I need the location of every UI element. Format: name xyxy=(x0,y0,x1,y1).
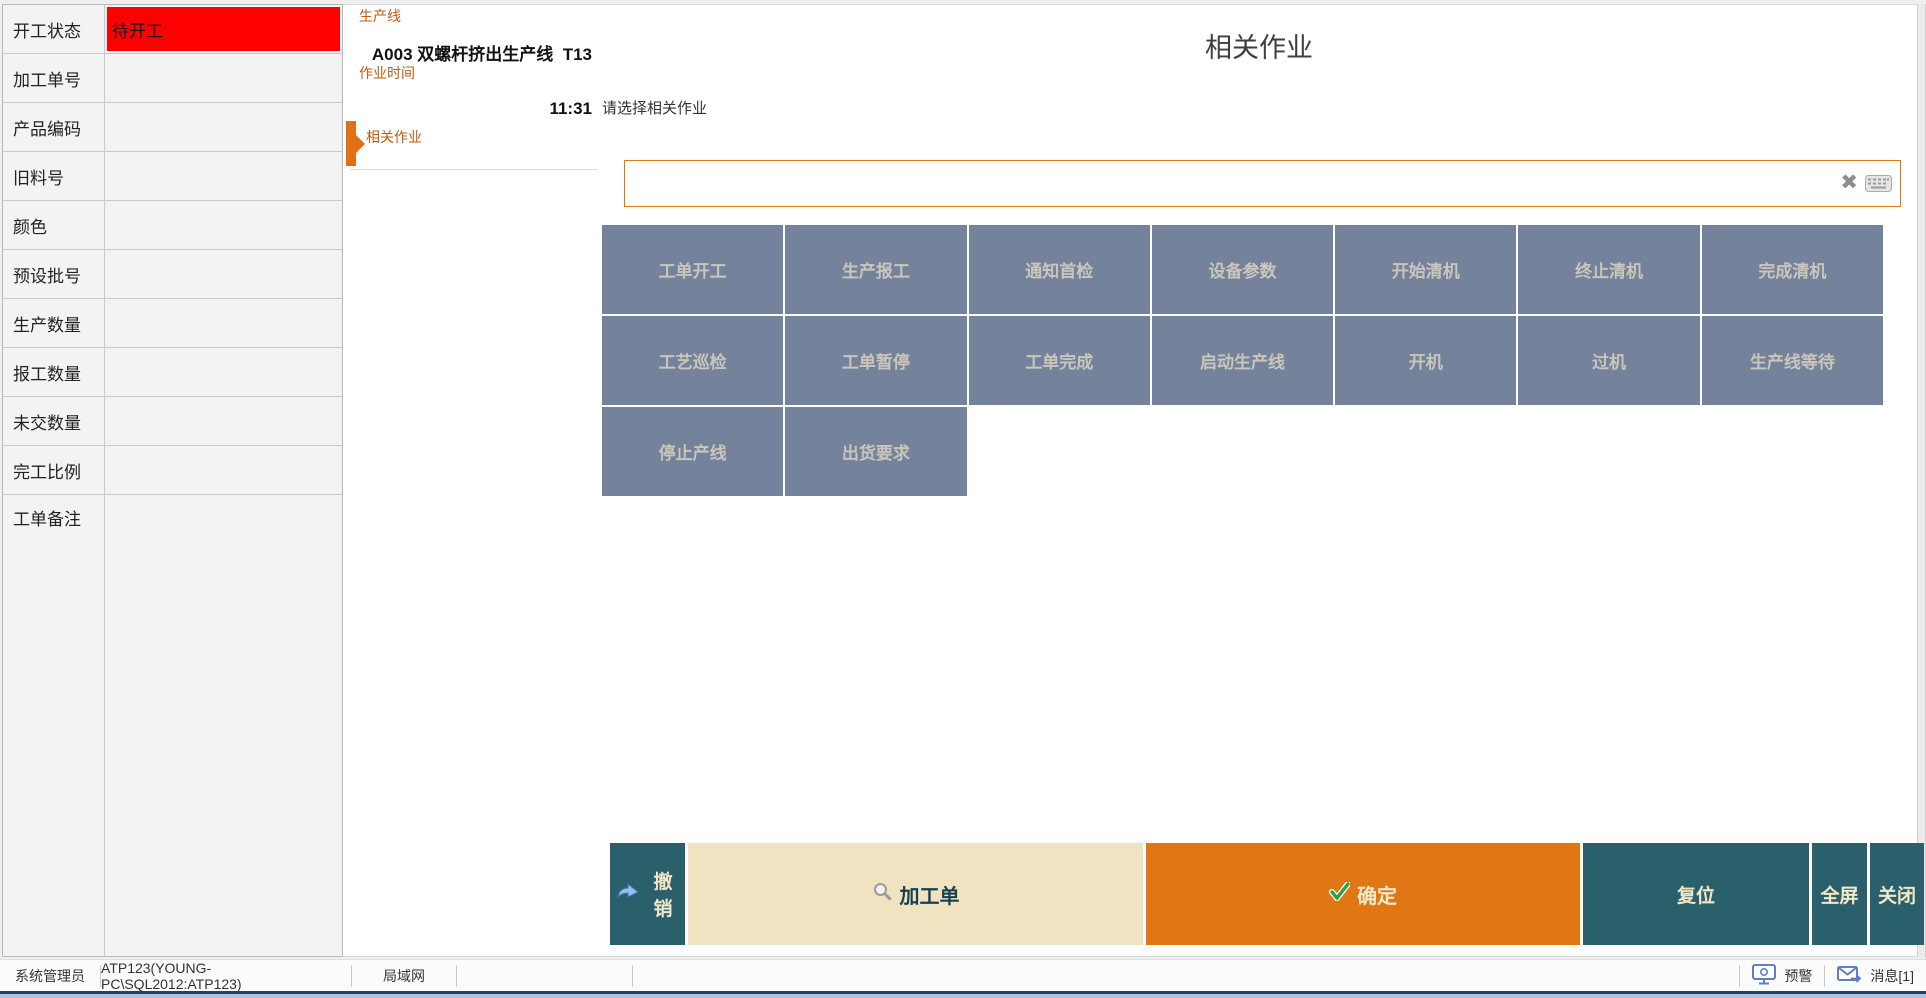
message-label: 消息[1] xyxy=(1870,966,1914,986)
action-button[interactable]: 出货要求 xyxy=(785,407,966,496)
mes-window: 开工状态待开工加工单号产品编码旧料号颜色预设批号生产数量报工数量未交数量完工比例… xyxy=(0,0,1926,998)
status-bottom-strip xyxy=(0,994,1926,998)
job-scan-input[interactable] xyxy=(631,165,1815,204)
info-row-value xyxy=(105,250,342,298)
work-order-button[interactable]: 加工单 xyxy=(688,843,1143,945)
job-scan-field: ✖ xyxy=(624,160,1901,207)
selected-tab-marker xyxy=(346,121,356,166)
info-row-value xyxy=(105,299,342,347)
info-row: 工单备注 xyxy=(3,495,342,956)
close-label: 关闭 xyxy=(1878,881,1916,908)
related-job-buttons: 工单开工生产报工通知首检设备参数开始清机终止清机完成清机工艺巡检工单暂停工单完成… xyxy=(602,225,1883,496)
info-row-label: 预设批号 xyxy=(3,250,105,298)
info-row: 颜色 xyxy=(3,201,342,250)
action-button[interactable]: 生产报工 xyxy=(785,225,966,314)
action-button[interactable]: 生产线等待 xyxy=(1702,316,1883,405)
status-network: 局域网 xyxy=(352,965,457,987)
status-database: ATP123(YOUNG-PC\SQL2012:ATP123) xyxy=(101,965,352,987)
info-row-value xyxy=(105,495,342,956)
undo-label: 撤销 xyxy=(647,867,679,921)
message-item[interactable]: 消息[1] xyxy=(1824,965,1926,987)
action-button[interactable]: 开机 xyxy=(1335,316,1516,405)
info-row-value xyxy=(105,54,342,102)
info-row-label: 工单备注 xyxy=(3,495,105,956)
action-button[interactable]: 工单暂停 xyxy=(785,316,966,405)
action-button[interactable]: 启动生产线 xyxy=(1152,316,1333,405)
info-row: 未交数量 xyxy=(3,397,342,446)
info-row: 预设批号 xyxy=(3,250,342,299)
action-button[interactable]: 工单完成 xyxy=(969,316,1150,405)
info-row-value xyxy=(105,152,342,200)
check-icon xyxy=(1329,882,1350,907)
fullscreen-label: 全屏 xyxy=(1820,881,1858,908)
info-row-label: 报工数量 xyxy=(3,348,105,396)
undo-icon xyxy=(616,882,640,906)
info-row-label: 生产数量 xyxy=(3,299,105,347)
work-order-info-table: 开工状态待开工加工单号产品编码旧料号颜色预设批号生产数量报工数量未交数量完工比例… xyxy=(2,4,343,957)
action-button[interactable]: 设备参数 xyxy=(1152,225,1333,314)
production-line-value: A003 双螺杆挤出生产线 T13 xyxy=(372,40,592,65)
clear-icon[interactable]: ✖ xyxy=(1840,171,1858,195)
info-row-label: 未交数量 xyxy=(3,397,105,445)
info-row-value xyxy=(105,103,342,151)
info-row-value xyxy=(105,348,342,396)
info-row: 生产数量 xyxy=(3,299,342,348)
right-edge-strip xyxy=(1917,4,1926,957)
info-row-label: 颜色 xyxy=(3,201,105,249)
action-button[interactable]: 终止清机 xyxy=(1518,225,1699,314)
info-row: 旧料号 xyxy=(3,152,342,201)
confirm-label: 确定 xyxy=(1357,880,1397,909)
status-empty-cell xyxy=(457,965,633,987)
page-title: 相关作业 xyxy=(600,26,1918,65)
status-bar: 系统管理员 ATP123(YOUNG-PC\SQL2012:ATP123) 局域… xyxy=(0,959,1926,992)
keyboard-icon[interactable] xyxy=(1865,175,1892,197)
info-row-value xyxy=(105,201,342,249)
work-time-value: 11:31 xyxy=(549,99,592,119)
panel-divider xyxy=(350,169,598,170)
envelope-icon xyxy=(1837,966,1862,987)
action-button[interactable]: 停止产线 xyxy=(602,407,783,496)
info-row-label: 产品编码 xyxy=(3,103,105,151)
info-row-label: 开工状态 xyxy=(3,5,105,53)
reset-label: 复位 xyxy=(1677,881,1715,908)
action-button[interactable]: 过机 xyxy=(1518,316,1699,405)
fullscreen-button[interactable]: 全屏 xyxy=(1812,843,1867,945)
info-row: 完工比例 xyxy=(3,446,342,495)
action-button[interactable]: 工单开工 xyxy=(602,225,783,314)
production-line-label: 生产线 xyxy=(359,6,401,26)
alert-item[interactable]: 预警 xyxy=(1739,965,1824,987)
related-jobs-tab[interactable]: 相关作业 xyxy=(366,127,422,147)
info-row-value: 待开工 xyxy=(105,5,342,53)
work-order-label: 加工单 xyxy=(900,880,960,909)
info-row-label: 加工单号 xyxy=(3,54,105,102)
status-user: 系统管理员 xyxy=(0,965,101,987)
status-badge: 待开工 xyxy=(107,7,340,51)
action-button[interactable]: 完成清机 xyxy=(1702,225,1883,314)
info-row-value xyxy=(105,397,342,445)
info-row: 报工数量 xyxy=(3,348,342,397)
undo-button[interactable]: 撤销 xyxy=(610,843,685,945)
info-row-label: 完工比例 xyxy=(3,446,105,494)
monitor-gear-icon xyxy=(1752,964,1776,988)
action-button[interactable]: 工艺巡检 xyxy=(602,316,783,405)
action-button[interactable]: 通知首检 xyxy=(969,225,1150,314)
confirm-button[interactable]: 确定 xyxy=(1146,843,1580,945)
info-row-label: 旧料号 xyxy=(3,152,105,200)
work-time-label: 作业时间 xyxy=(359,63,415,83)
alert-label: 预警 xyxy=(1784,966,1812,986)
info-row-value xyxy=(105,446,342,494)
info-row: 加工单号 xyxy=(3,54,342,103)
close-button[interactable]: 关闭 xyxy=(1870,843,1924,945)
reset-button[interactable]: 复位 xyxy=(1583,843,1809,945)
select-job-prompt: 请选择相关作业 xyxy=(602,97,707,118)
info-row: 开工状态待开工 xyxy=(3,5,342,54)
magnifier-icon xyxy=(872,881,893,908)
command-bar: 撤销 加工单 确定 复位 全屏 xyxy=(610,843,1924,945)
action-button[interactable]: 开始清机 xyxy=(1335,225,1516,314)
info-row: 产品编码 xyxy=(3,103,342,152)
